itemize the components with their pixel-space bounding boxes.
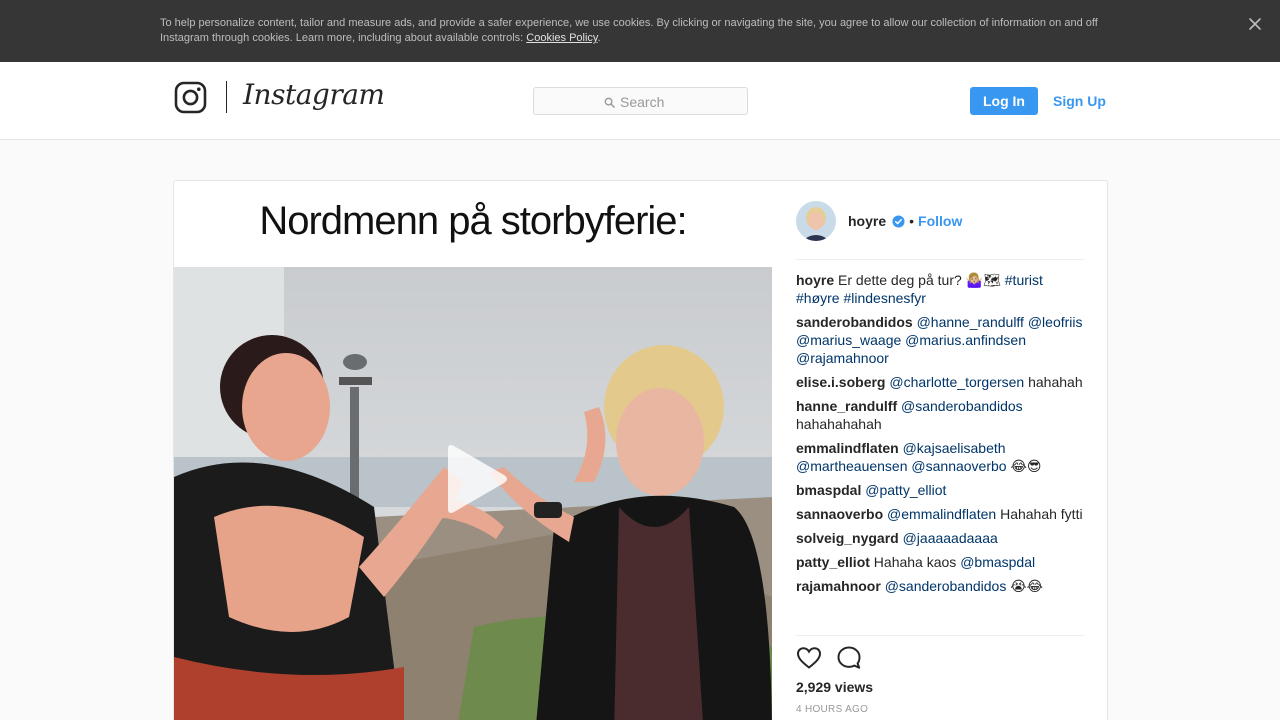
comment-username[interactable]: emmalindflaten: [796, 440, 899, 456]
author-avatar[interactable]: [796, 201, 836, 241]
mention-link[interactable]: @bmaspdal: [960, 554, 1035, 570]
comment-username[interactable]: rajamahnoor: [796, 578, 881, 594]
mention-link[interactable]: @emmalindflaten: [887, 506, 996, 522]
hashtag-link[interactable]: #høyre: [796, 290, 840, 306]
comment-username[interactable]: solveig_nygard: [796, 530, 899, 546]
divider: [796, 635, 1084, 636]
author-username[interactable]: hoyre: [848, 213, 886, 229]
instagram-glyph-icon[interactable]: [174, 81, 207, 114]
cookies-policy-link[interactable]: Cookies Policy: [526, 32, 597, 44]
comment-username[interactable]: bmaspdal: [796, 482, 861, 498]
mention-link[interactable]: @hanne_randulff: [917, 314, 1024, 330]
comment-item: rajamahnoor @sanderobandidos 😭😂: [796, 577, 1088, 595]
top-navbar: Instagram Search Log In Sign Up: [0, 62, 1280, 140]
hashtag-link[interactable]: #turist: [1005, 272, 1043, 288]
comment-username[interactable]: elise.i.soberg: [796, 374, 885, 390]
post-actions: [796, 645, 862, 671]
comment-username[interactable]: hoyre: [796, 272, 834, 288]
mention-link[interactable]: @martheauensen: [796, 458, 908, 474]
comment-icon[interactable]: [836, 645, 862, 671]
mention-link[interactable]: @marius_waage: [796, 332, 901, 348]
comment-text: Hahahah fytti: [1000, 506, 1083, 522]
mention-link[interactable]: @sanderobandidos: [901, 398, 1023, 414]
mention-link[interactable]: @charlotte_torgersen: [889, 374, 1024, 390]
mention-link[interactable]: @sanderobandidos: [885, 578, 1007, 594]
search-placeholder: Search: [620, 94, 665, 110]
separator-dot: •: [909, 213, 915, 229]
signup-link[interactable]: Sign Up: [1053, 93, 1106, 109]
comment-username[interactable]: sanderobandidos: [796, 314, 913, 330]
comment-item: emmalindflaten @kajsaelisabeth @martheau…: [796, 439, 1088, 475]
comment-item: sanderobandidos @hanne_randulff @leofrii…: [796, 313, 1088, 367]
comment-item: elise.i.soberg @charlotte_torgersen haha…: [796, 373, 1088, 391]
mention-link[interactable]: @leofriis: [1028, 314, 1083, 330]
comment-item: bmaspdal @patty_elliot: [796, 481, 1088, 499]
comments-list: hoyre Er dette deg på tur? 🤷🏼‍♀️🗺 #turis…: [796, 271, 1088, 601]
divider: [796, 259, 1084, 260]
comment-item: hanne_randulff @sanderobandidos hahahaha…: [796, 397, 1088, 433]
post-card: Nordmenn på storbyferie: hoyre • Follow …: [173, 180, 1108, 720]
comment-username[interactable]: hanne_randulff: [796, 398, 897, 414]
close-icon[interactable]: [1246, 15, 1264, 33]
search-input[interactable]: Search: [533, 87, 748, 115]
comment-item: solveig_nygard @jaaaaadaaaa: [796, 529, 1088, 547]
comment-text: 😭😂: [1010, 578, 1043, 594]
comment-text: Er dette deg på tur? 🤷🏼‍♀️🗺: [838, 272, 1001, 288]
follow-button[interactable]: Follow: [918, 213, 962, 229]
mention-link[interactable]: @patty_elliot: [865, 482, 946, 498]
comment-text: hahahah: [1028, 374, 1083, 390]
comment-username[interactable]: patty_elliot: [796, 554, 870, 570]
login-button[interactable]: Log In: [970, 87, 1038, 115]
comment-text: Hahaha kaos: [873, 554, 957, 570]
heart-icon[interactable]: [796, 645, 822, 671]
mention-link[interactable]: @marius.anfindsen: [905, 332, 1026, 348]
comment-text: hahahahahah: [796, 416, 882, 432]
verified-badge-icon: [892, 214, 905, 228]
mention-link[interactable]: @jaaaaadaaaa: [903, 530, 998, 546]
instagram-wordmark[interactable]: Instagram: [243, 78, 385, 111]
cookie-banner: To help personalize content, tailor and …: [0, 0, 1280, 62]
caption-comment: hoyre Er dette deg på tur? 🤷🏼‍♀️🗺 #turis…: [796, 271, 1088, 307]
search-icon: [604, 97, 615, 108]
play-icon[interactable]: [440, 443, 510, 515]
mention-link[interactable]: @rajamahnoor: [796, 350, 889, 366]
comment-item: sannaoverbo @emmalindflaten Hahahah fytt…: [796, 505, 1088, 523]
logo-divider: [226, 81, 227, 113]
view-count: 2,929 views: [796, 679, 874, 695]
mention-link[interactable]: @kajsaelisabeth: [903, 440, 1006, 456]
hashtag-link[interactable]: #lindesnesfyr: [843, 290, 926, 306]
post-video[interactable]: Nordmenn på storbyferie:: [174, 181, 772, 720]
post-header: hoyre • Follow: [796, 201, 1084, 241]
cookie-banner-text: To help personalize content, tailor and …: [160, 17, 1098, 44]
comment-text: 😂😎: [1010, 458, 1042, 474]
comment-item: patty_elliot Hahaha kaos @bmaspdal: [796, 553, 1088, 571]
video-caption-text: Nordmenn på storbyferie:: [174, 181, 772, 267]
comment-username[interactable]: sannaoverbo: [796, 506, 883, 522]
mention-link[interactable]: @sannaoverbo: [911, 458, 1006, 474]
post-timestamp[interactable]: 4 hours ago: [796, 704, 868, 715]
post-sidebar: hoyre • Follow hoyre Er dette deg på tur…: [772, 181, 1107, 720]
